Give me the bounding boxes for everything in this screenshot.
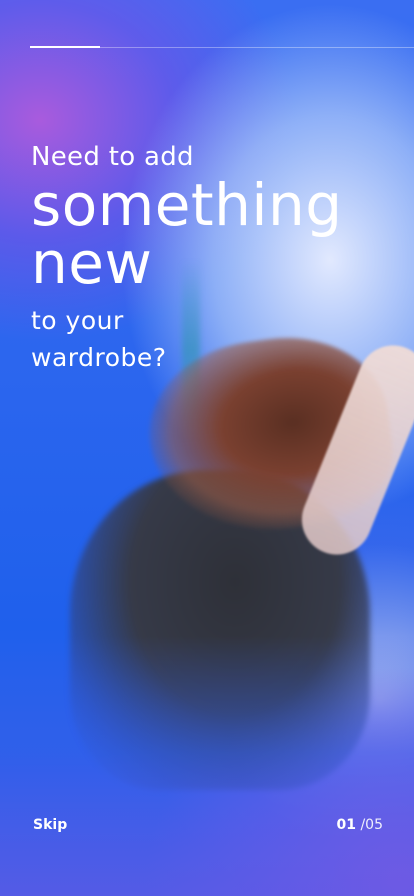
onboarding-progress-track	[30, 46, 414, 48]
onboarding-screen: Need to add something new to your wardro…	[0, 0, 414, 896]
current-page: 01	[336, 817, 356, 833]
onboarding-progress-fill	[30, 46, 100, 48]
headline-line-4: to your	[31, 306, 124, 335]
bottom-gradient	[0, 636, 414, 896]
headline-line-5: wardrobe?	[31, 343, 167, 372]
skip-button[interactable]: Skip	[33, 817, 67, 833]
headline: Need to add something new to your wardro…	[31, 138, 343, 376]
headline-line-2: something	[31, 171, 343, 239]
total-pages: 05	[365, 817, 383, 833]
headline-line-3: new	[31, 229, 153, 297]
page-counter: 01 /05	[337, 817, 383, 833]
